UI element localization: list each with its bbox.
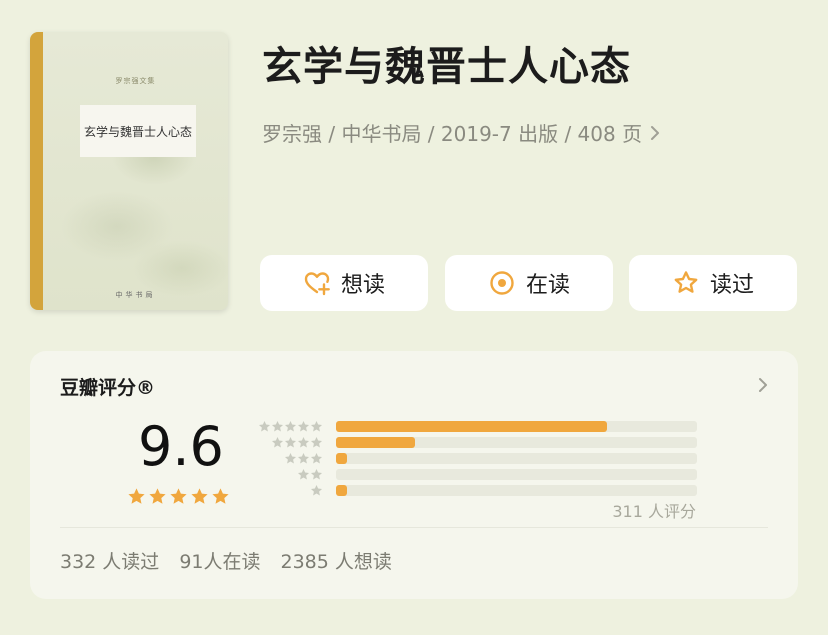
star-icon (271, 420, 284, 432)
cover-series-text: 罗宗强文集 (115, 77, 156, 85)
distribution-bar-track (336, 421, 697, 432)
want-count[interactable]: 2385 人想读 (281, 547, 392, 574)
rating-distribution-row (256, 420, 697, 433)
have-read-label: 读过 (709, 273, 754, 298)
reading-button[interactable]: 在读 (445, 255, 613, 311)
reading-count[interactable]: 91人在读 (179, 547, 260, 574)
distribution-bar-fill (336, 485, 347, 496)
cover-spine (30, 32, 43, 310)
rating-count: 311 人评分 (612, 502, 696, 521)
star-icon (149, 488, 166, 504)
distribution-bar-track (336, 437, 697, 448)
heart-plus-icon (304, 272, 330, 296)
have-read-button[interactable]: 读过 (629, 255, 797, 311)
star-icon (212, 488, 229, 504)
distribution-bar-track (336, 469, 697, 480)
star-icon (284, 436, 297, 448)
star-icon (271, 436, 284, 448)
star-icon (284, 420, 297, 432)
circle-dot-icon (490, 271, 514, 295)
reading-label: 在读 (525, 273, 570, 298)
read-count[interactable]: 332 人读过 (60, 547, 159, 574)
star-icon (284, 452, 297, 464)
star-icon (297, 420, 310, 432)
rating-distribution-row (256, 468, 697, 481)
book-meta-link[interactable]: 罗宗强 / 中华书局 / 2019-7 出版 / 408 页 (262, 118, 660, 147)
rating-card[interactable]: 豆瓣评分® 9.6 311 人评分 332 人读过 91人在读 2385 人想读 (30, 351, 798, 599)
want-to-read-label: 想读 (340, 273, 385, 298)
star-icon (191, 488, 208, 504)
chevron-right-icon (651, 125, 660, 140)
book-title: 玄学与魏晋士人心态 (262, 44, 631, 90)
star-icon (297, 468, 310, 480)
distribution-stars (284, 452, 323, 465)
star-icon (310, 468, 323, 480)
rating-heading: 豆瓣评分® (60, 377, 156, 399)
star-icon (310, 484, 323, 496)
rating-score: 9.6 (138, 415, 224, 478)
star-icon (310, 436, 323, 448)
star-icon (128, 488, 145, 504)
distribution-bar-track (336, 485, 697, 496)
rating-distribution-row (256, 436, 697, 449)
rating-distribution-row (256, 452, 697, 465)
star-outline-icon (674, 271, 698, 293)
book-detail-page: 罗宗强文集 玄学与魏晋士人心态 中华书局 玄学与魏晋士人心态 罗宗强 / 中华书… (0, 0, 828, 635)
distribution-bar-fill (336, 421, 607, 432)
cover-art (43, 32, 228, 310)
cover-publisher-text: 中华书局 (115, 291, 156, 299)
book-cover[interactable]: 罗宗强文集 玄学与魏晋士人心态 中华书局 (30, 32, 228, 310)
distribution-stars (297, 468, 323, 481)
star-icon (258, 420, 271, 432)
book-meta-text: 罗宗强 / 中华书局 / 2019-7 出版 / 408 页 (262, 122, 643, 146)
rating-distribution-row (256, 484, 697, 497)
distribution-stars (310, 484, 323, 497)
distribution-bar-track (336, 453, 697, 464)
star-icon (297, 452, 310, 464)
star-icon (297, 436, 310, 448)
distribution-stars (258, 420, 323, 433)
reader-stats: 332 人读过 91人在读 2385 人想读 (60, 547, 392, 574)
cover-title-text: 玄学与魏晋士人心态 (83, 124, 192, 139)
star-icon (170, 488, 187, 504)
distribution-bar-fill (336, 437, 416, 448)
star-icon (310, 452, 323, 464)
rating-stars (127, 487, 230, 506)
want-to-read-button[interactable]: 想读 (260, 255, 428, 311)
cover-title-box: 玄学与魏晋士人心态 (80, 105, 196, 157)
chevron-right-icon[interactable] (758, 377, 768, 393)
distribution-bar-fill (336, 453, 347, 464)
divider (60, 527, 768, 528)
distribution-stars (271, 436, 323, 449)
star-icon (310, 420, 323, 432)
